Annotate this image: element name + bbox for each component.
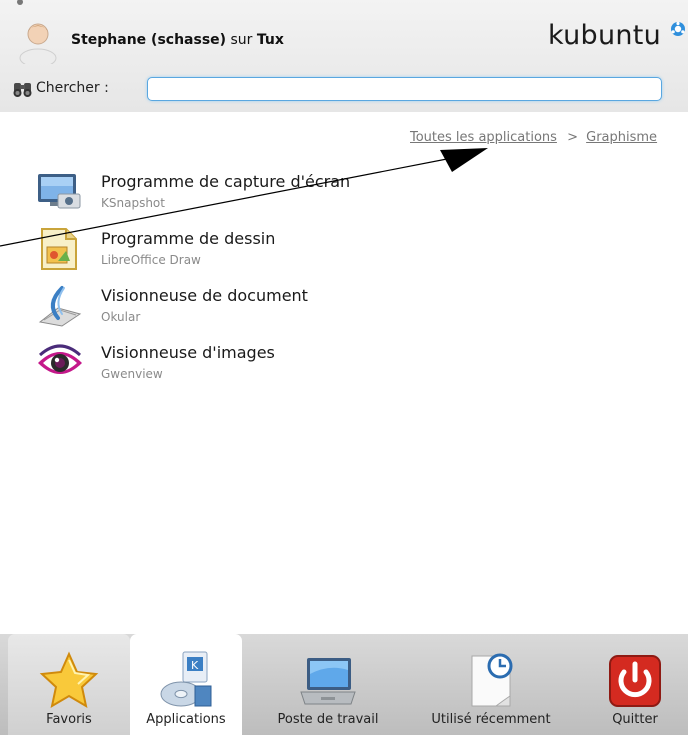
star-icon [39, 651, 99, 709]
tab-bar: Favoris K Applications Poste de travail [0, 634, 688, 735]
breadcrumb-separator: > [567, 130, 578, 145]
app-subtitle: Okular [101, 310, 141, 324]
power-icon [609, 655, 661, 707]
user-connector: sur [230, 32, 253, 48]
gwenview-icon [38, 344, 82, 374]
tab-favoris[interactable]: Favoris [8, 634, 130, 735]
user-name: Stephane (schasse) [71, 32, 227, 48]
small-gear-icon [17, 0, 23, 5]
breadcrumb-current[interactable]: Graphisme [586, 130, 657, 145]
list-item-ksnapshot[interactable]: Programme de capture d'écran KSnapshot [36, 166, 636, 218]
list-item-okular[interactable]: Visionneuse de document Okular [36, 280, 636, 332]
list-item-gwenview[interactable]: Visionneuse d'images Gwenview [36, 337, 636, 389]
app-title: Programme de capture d'écran [101, 172, 351, 191]
user-line: Stephane (schasse) sur Tux [71, 32, 284, 48]
ksnapshot-icon [38, 174, 81, 209]
recent-document-icon [471, 653, 513, 707]
tab-poste-de-travail[interactable]: Poste de travail [262, 634, 394, 735]
tab-label: Favoris [46, 712, 92, 727]
launcher-header: Stephane (schasse) sur Tux kubuntu Cherc… [0, 0, 688, 112]
tab-label: Applications [146, 712, 226, 727]
host-name: Tux [256, 32, 284, 48]
tab-utilise-recemment[interactable]: Utilisé récemment [412, 634, 570, 735]
app-title: Visionneuse d'images [101, 343, 275, 362]
app-subtitle: KSnapshot [101, 196, 165, 210]
tab-label: Utilisé récemment [431, 712, 551, 727]
svg-text:K: K [191, 659, 199, 672]
tab-label: Quitter [612, 712, 658, 727]
search-input[interactable] [147, 77, 662, 101]
app-subtitle: Gwenview [101, 367, 163, 381]
breadcrumb-all-applications[interactable]: Toutes les applications [410, 130, 557, 145]
applications-icon: K [160, 651, 212, 707]
kubuntu-logo: kubuntu [548, 20, 662, 51]
tab-label: Poste de travail [277, 712, 379, 727]
libreoffice-draw-icon [41, 228, 77, 270]
app-subtitle: LibreOffice Draw [101, 253, 201, 267]
tab-applications[interactable]: K Applications [130, 634, 242, 735]
list-item-libreoffice-draw[interactable]: Programme de dessin LibreOffice Draw [36, 223, 636, 275]
app-title: Programme de dessin [101, 229, 276, 248]
app-title: Visionneuse de document [101, 286, 308, 305]
breadcrumb: Toutes les applications > Graphisme [410, 130, 657, 145]
user-avatar-icon [19, 23, 57, 64]
kubuntu-mark-icon [671, 21, 685, 36]
search-label: Chercher : [36, 80, 109, 96]
okular-icon [38, 286, 82, 327]
laptop-icon [300, 658, 356, 705]
binoculars-icon [13, 83, 32, 97]
tab-quitter[interactable]: Quitter [590, 634, 680, 735]
